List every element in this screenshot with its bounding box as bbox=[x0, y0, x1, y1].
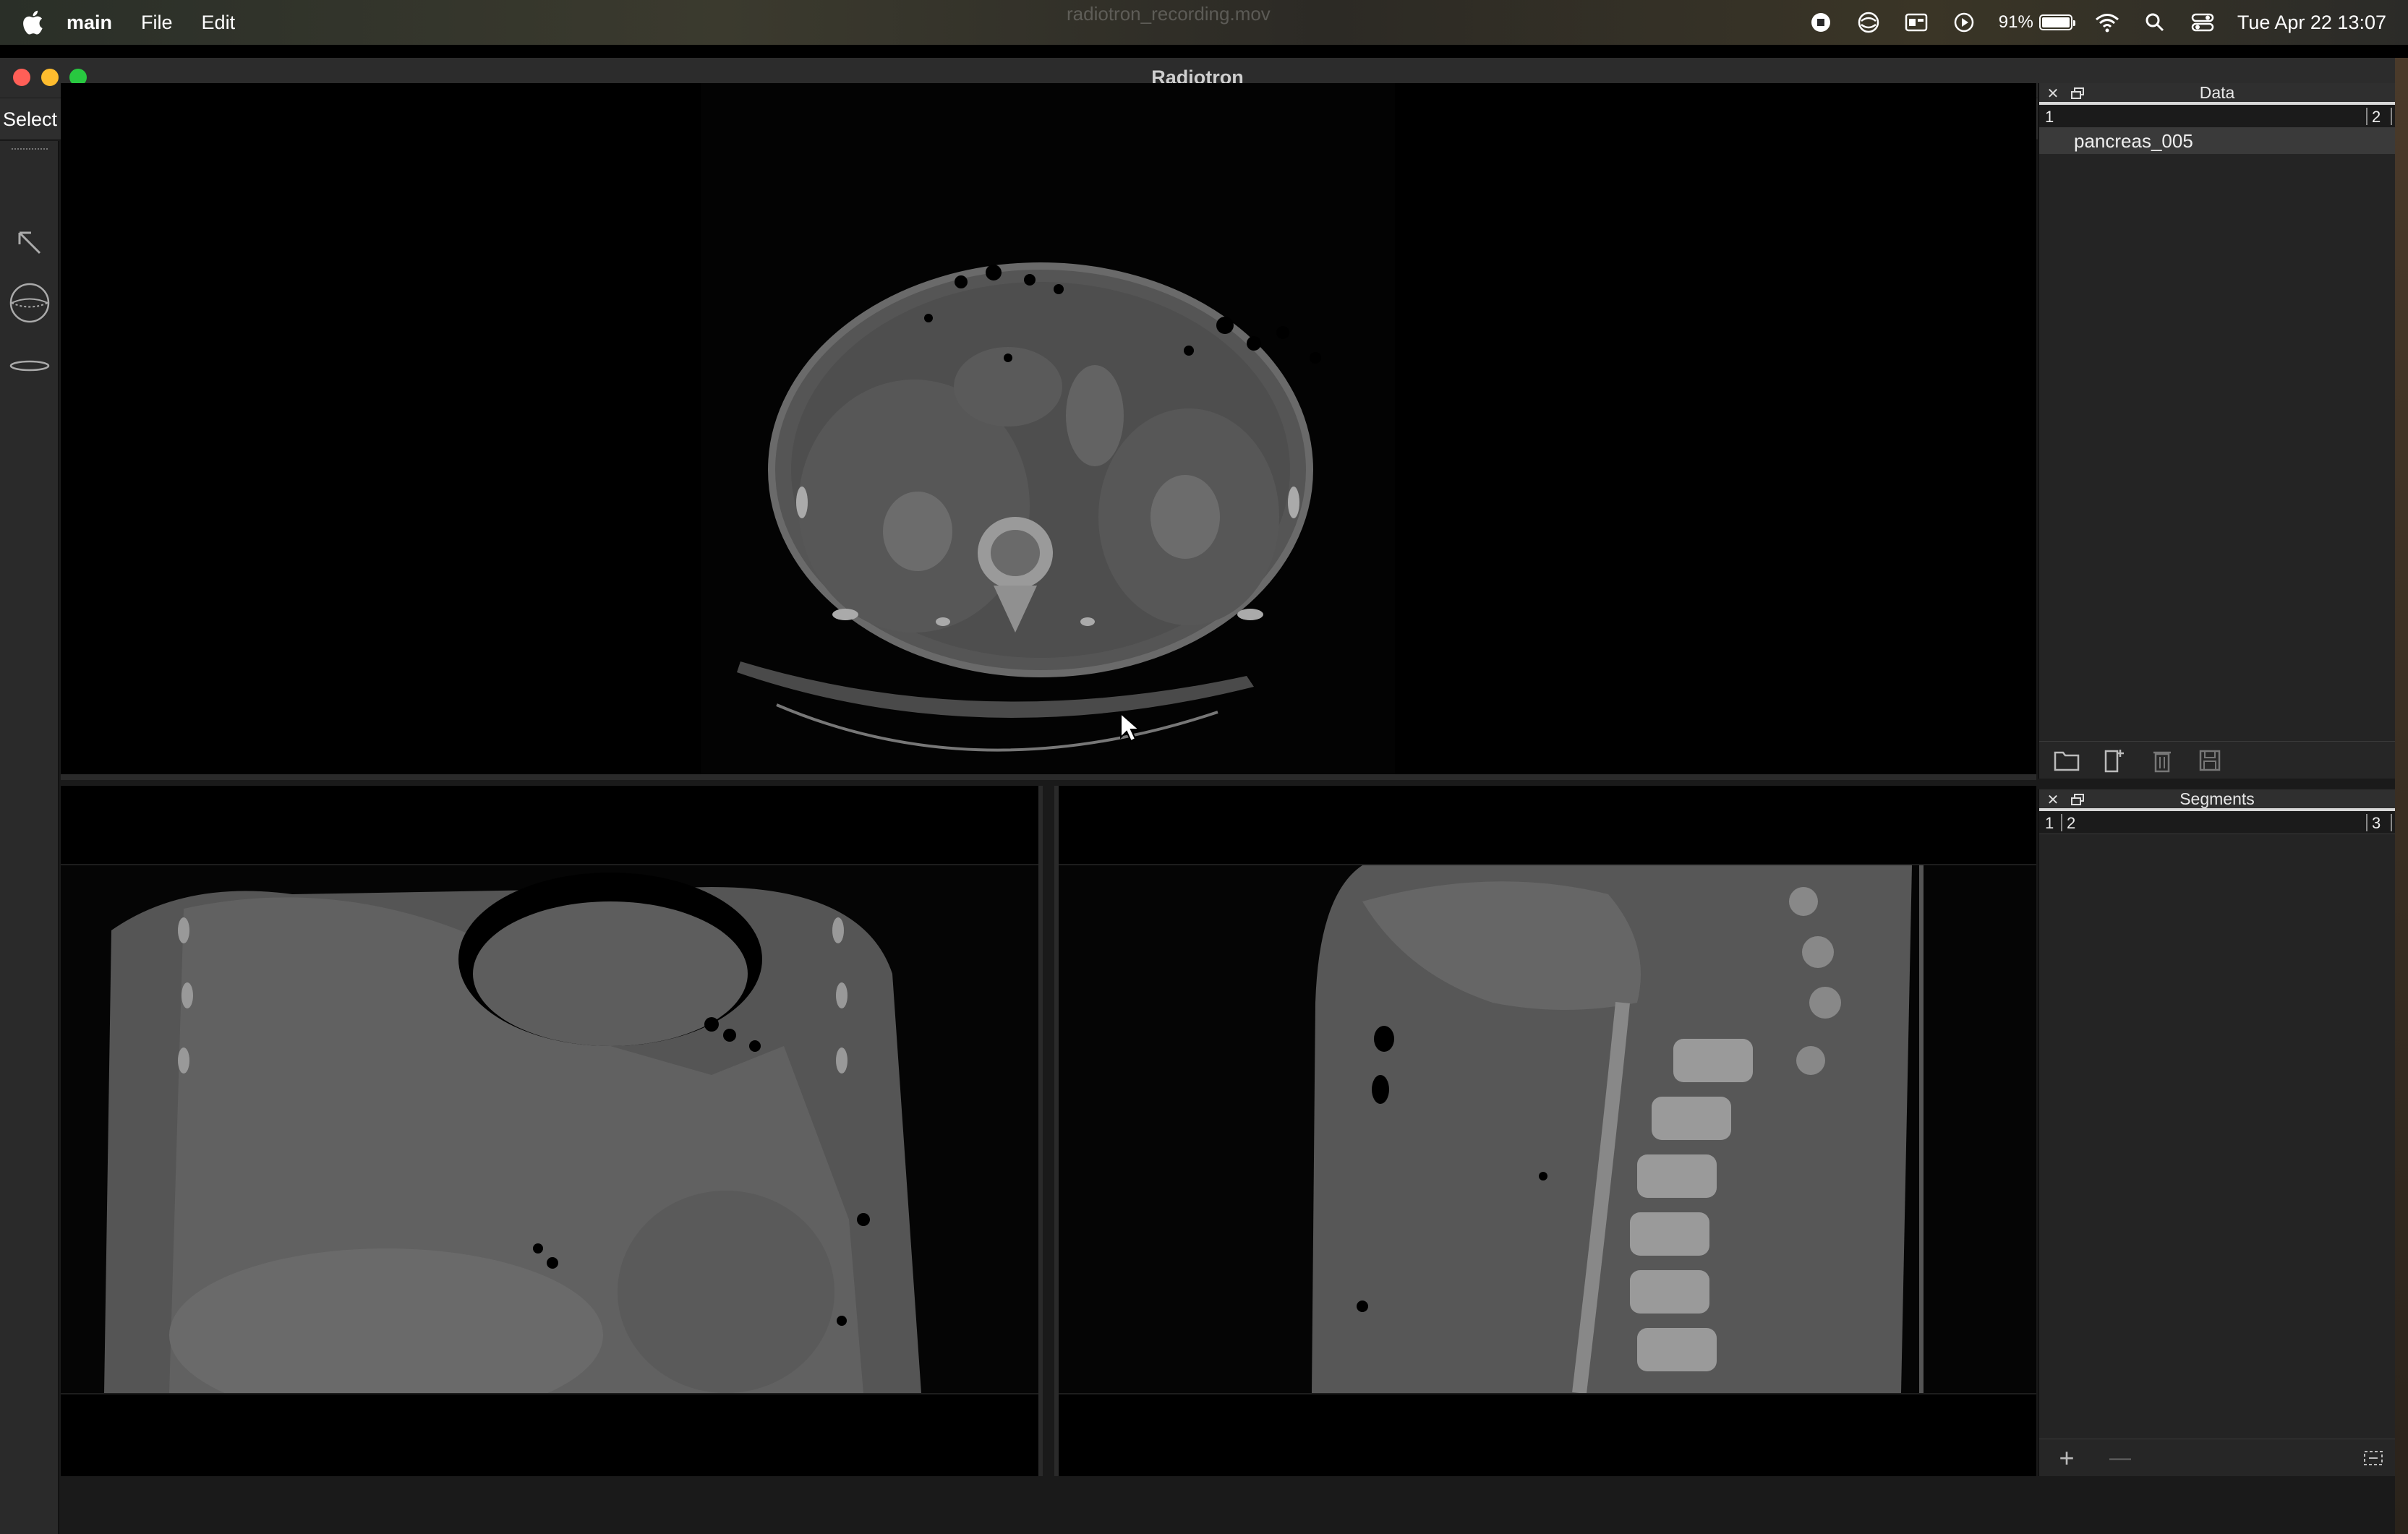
menu-bar: main File Edit radiotron_recording.mov 9… bbox=[0, 0, 2408, 45]
ellipse-tool-button[interactable] bbox=[7, 343, 52, 388]
segments-col-1[interactable]: 1 bbox=[2045, 814, 2054, 833]
close-panel-icon[interactable]: ✕ bbox=[2045, 792, 2061, 808]
float-panel-icon[interactable] bbox=[2070, 792, 2085, 807]
apple-menu-icon[interactable] bbox=[20, 8, 45, 37]
battery-percent: 91% bbox=[1998, 12, 2033, 32]
battery-icon bbox=[2038, 14, 2075, 30]
screen-recording-title: radiotron_recording.mov bbox=[1067, 3, 1271, 25]
sphere-brush-button[interactable] bbox=[7, 280, 52, 325]
data-panel-header: ✕ Data bbox=[2039, 83, 2395, 105]
coronal-viewport[interactable] bbox=[61, 786, 1043, 1476]
coronal-ct-image bbox=[61, 786, 1038, 1476]
ellipse-tool-icon bbox=[9, 360, 50, 372]
remove-segment-button[interactable]: — bbox=[2106, 1444, 2135, 1473]
segment-options-button[interactable] bbox=[2359, 1444, 2388, 1473]
sagittal-viewport[interactable] bbox=[1054, 786, 2036, 1476]
data-list-item[interactable]: pancreas_005 bbox=[2039, 128, 2395, 154]
delete-button[interactable] bbox=[2148, 746, 2177, 775]
new-file-button[interactable] bbox=[2100, 746, 2129, 775]
data-panel: ✕ Data 1 2 pancreas_005 bbox=[2038, 83, 2395, 779]
data-col-1[interactable]: 1 bbox=[2045, 108, 2054, 127]
play-icon[interactable] bbox=[1951, 9, 1977, 35]
menu-edit[interactable]: Edit bbox=[202, 12, 236, 34]
axial-viewport[interactable] bbox=[61, 83, 2036, 780]
data-col-2[interactable]: 2 bbox=[2372, 108, 2381, 127]
menubar-clock[interactable]: Tue Apr 22 13:07 bbox=[2237, 12, 2386, 34]
trash-icon bbox=[2153, 751, 2171, 772]
select-arrow-icon bbox=[18, 231, 41, 254]
save-button[interactable] bbox=[2195, 746, 2224, 775]
segments-column-header: 1 2 3 bbox=[2039, 811, 2395, 834]
menu-extra-icon[interactable] bbox=[1903, 9, 1929, 35]
vpn-icon[interactable] bbox=[1856, 9, 1882, 35]
close-window-button[interactable] bbox=[13, 69, 30, 86]
segments-panel: ✕ Segments 1 2 3 + — bbox=[2038, 789, 2395, 1476]
tool-strip bbox=[0, 141, 59, 1534]
toolbar-grip[interactable] bbox=[12, 148, 48, 153]
desktop-edge bbox=[2395, 58, 2408, 1534]
save-icon bbox=[2199, 750, 2221, 771]
segments-panel-title: Segments bbox=[2179, 789, 2255, 808]
wifi-icon[interactable] bbox=[2094, 9, 2120, 35]
sagittal-ct-image bbox=[1059, 786, 2036, 1476]
battery-status[interactable]: 91% bbox=[1998, 12, 2075, 33]
close-panel-icon[interactable]: ✕ bbox=[2045, 85, 2061, 102]
current-mode-label: Select bbox=[3, 108, 58, 130]
menu-app-main[interactable]: main bbox=[67, 12, 112, 34]
segments-col-3[interactable]: 3 bbox=[2372, 814, 2381, 833]
open-folder-icon bbox=[2054, 751, 2080, 771]
sphere-brush-icon bbox=[9, 283, 50, 323]
open-folder-button[interactable] bbox=[2052, 746, 2081, 775]
menu-extras: 91% Tue Apr 22 13:07 bbox=[1808, 0, 2386, 45]
new-file-icon bbox=[2104, 749, 2124, 772]
float-panel-icon[interactable] bbox=[2070, 85, 2085, 101]
segments-col-2[interactable]: 2 bbox=[2067, 814, 2075, 833]
segment-options-icon bbox=[2364, 1450, 2383, 1465]
axial-ct-image bbox=[701, 83, 1395, 774]
data-panel-footer bbox=[2039, 741, 2395, 779]
stop-recording-icon[interactable] bbox=[1808, 9, 1834, 35]
control-center-icon[interactable] bbox=[2190, 9, 2216, 35]
segments-panel-footer: + — bbox=[2039, 1439, 2395, 1476]
select-tool-button[interactable] bbox=[7, 220, 52, 265]
menu-file[interactable]: File bbox=[141, 12, 173, 34]
data-panel-title: Data bbox=[2199, 82, 2235, 102]
add-segment-button[interactable]: + bbox=[2052, 1443, 2081, 1473]
segments-panel-header: ✕ Segments bbox=[2039, 789, 2395, 811]
dataset-name: pancreas_005 bbox=[2074, 129, 2193, 152]
spotlight-search-icon[interactable] bbox=[2142, 9, 2168, 35]
minimize-window-button[interactable] bbox=[41, 69, 59, 86]
data-column-header: 1 2 bbox=[2039, 105, 2395, 128]
